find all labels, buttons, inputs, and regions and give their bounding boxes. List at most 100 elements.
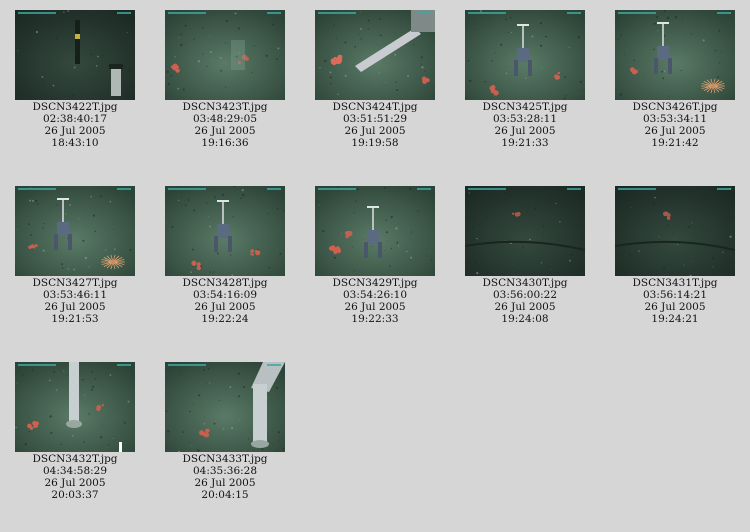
thumbnail-grid: DSCN3422T.jpg 02:38:40:17 26 Jul 2005 18:43… [0,0,750,532]
overlay-text-mark [417,12,431,14]
overlay-text-mark [567,188,581,190]
caption-file: DSCN3428T.jpg [182,277,268,289]
caption-time: 19:19:58 [351,137,399,149]
thumbnail-item[interactable]: DSCN3432T.jpg 04:34:58:29 26 Jul 2005 20:03… [0,362,150,501]
thumbnail-image[interactable] [465,10,585,100]
overlay-text-mark [717,12,731,14]
caption-elapsed: 03:56:00:22 [492,289,558,301]
thumbnail-image[interactable] [465,186,585,276]
thumbnail-caption: DSCN3429T.jpg 03:54:26:10 26 Jul 2005 19:22… [300,277,450,325]
thumbnail-image[interactable] [615,186,735,276]
thumbnail-item[interactable]: DSCN3423T.jpg 03:48:29:05 26 Jul 2005 19:16… [150,10,300,149]
caption-file: DSCN3429T.jpg [332,277,418,289]
thumbnail-image[interactable] [15,362,135,452]
caption-elapsed: 03:53:46:11 [42,289,108,301]
thumbnail-image[interactable] [165,186,285,276]
caption-date: 26 Jul 2005 [194,301,256,313]
overlay-text-mark [417,188,431,190]
caption-date: 26 Jul 2005 [344,301,406,313]
caption-elapsed: 03:51:51:29 [342,113,408,125]
thumbnail-image[interactable] [315,186,435,276]
caption-elapsed: 03:56:14:21 [642,289,708,301]
thumbnail-item[interactable]: DSCN3429T.jpg 03:54:26:10 26 Jul 2005 19:22… [300,186,450,325]
overlay-text-mark [618,188,656,190]
overlay-text-mark [117,364,131,366]
overlay-text-mark [168,12,206,14]
overlay-text-mark [318,188,356,190]
overlay-text-mark [117,188,131,190]
overlay-text-mark [567,12,581,14]
caption-elapsed: 04:35:36:28 [192,465,258,477]
thumbnail-item[interactable]: DSCN3433T.jpg 04:35:36:28 26 Jul 2005 20:04… [150,362,300,501]
thumbnail-image[interactable] [15,10,135,100]
thumbnail-image[interactable] [165,10,285,100]
caption-file: DSCN3433T.jpg [182,453,268,465]
thumbnail-caption: DSCN3422T.jpg 02:38:40:17 26 Jul 2005 18:43… [0,101,150,149]
caption-time: 19:22:33 [351,313,399,325]
caption-date: 26 Jul 2005 [344,125,406,137]
thumbnail-item[interactable]: DSCN3430T.jpg 03:56:00:22 26 Jul 2005 19:24… [450,186,600,325]
overlay-text-mark [267,12,281,14]
caption-time: 19:16:36 [201,137,249,149]
caption-date: 26 Jul 2005 [194,477,256,489]
overlay-text-mark [168,188,206,190]
caption-elapsed: 02:38:40:17 [42,113,108,125]
caption-file: DSCN3422T.jpg [32,101,118,113]
thumbnail-item[interactable]: DSCN3425T.jpg 03:53:28:11 26 Jul 2005 19:21… [450,10,600,149]
thumbnail-item[interactable]: DSCN3424T.jpg 03:51:51:29 26 Jul 2005 19:19… [300,10,450,149]
overlay-text-mark [168,364,206,366]
caption-date: 26 Jul 2005 [44,301,106,313]
thumbnail-caption: DSCN3424T.jpg 03:51:51:29 26 Jul 2005 19:19… [300,101,450,149]
caption-file: DSCN3423T.jpg [182,101,268,113]
caption-date: 26 Jul 2005 [44,477,106,489]
thumbnail-item[interactable]: DSCN3431T.jpg 03:56:14:21 26 Jul 2005 19:24… [600,186,750,325]
thumbnail-item[interactable]: DSCN3422T.jpg 02:38:40:17 26 Jul 2005 18:43… [0,10,150,149]
overlay-text-mark [267,364,281,366]
thumbnail-item[interactable]: DSCN3426T.jpg 03:53:34:11 26 Jul 2005 19:21… [600,10,750,149]
thumbnail-caption: DSCN3423T.jpg 03:48:29:05 26 Jul 2005 19:16… [150,101,300,149]
thumbnail-image[interactable] [15,186,135,276]
caption-date: 26 Jul 2005 [44,125,106,137]
thumbnail-caption: DSCN3427T.jpg 03:53:46:11 26 Jul 2005 19:21… [0,277,150,325]
caption-time: 19:22:24 [201,313,249,325]
overlay-text-mark [468,188,506,190]
caption-time: 19:21:42 [651,137,699,149]
overlay-text-mark [468,12,506,14]
caption-elapsed: 04:34:58:29 [42,465,108,477]
overlay-text-mark [717,188,731,190]
caption-time: 19:21:33 [501,137,549,149]
thumbnail-item[interactable]: DSCN3427T.jpg 03:53:46:11 26 Jul 2005 19:21… [0,186,150,325]
caption-date: 26 Jul 2005 [644,301,706,313]
overlay-text-mark [18,12,56,14]
thumbnail-caption: DSCN3426T.jpg 03:53:34:11 26 Jul 2005 19:21… [600,101,750,149]
caption-time: 18:43:10 [51,137,99,149]
caption-file: DSCN3432T.jpg [32,453,118,465]
caption-elapsed: 03:54:26:10 [342,289,408,301]
caption-file: DSCN3425T.jpg [482,101,568,113]
thumbnail-image[interactable] [615,10,735,100]
caption-time: 19:24:21 [651,313,699,325]
thumbnail-item[interactable]: DSCN3428T.jpg 03:54:16:09 26 Jul 2005 19:22… [150,186,300,325]
caption-date: 26 Jul 2005 [494,301,556,313]
caption-time: 19:24:08 [501,313,549,325]
thumbnail-image[interactable] [165,362,285,452]
thumbnail-image[interactable] [315,10,435,100]
overlay-text-mark [18,364,56,366]
caption-file: DSCN3430T.jpg [482,277,568,289]
caption-time: 20:04:15 [201,489,249,501]
caption-file: DSCN3424T.jpg [332,101,418,113]
caption-date: 26 Jul 2005 [494,125,556,137]
overlay-text-mark [318,12,356,14]
overlay-text-mark [18,188,56,190]
overlay-text-mark [117,12,131,14]
caption-elapsed: 03:54:16:09 [192,289,258,301]
thumbnail-caption: DSCN3433T.jpg 04:35:36:28 26 Jul 2005 20:04… [150,453,300,501]
overlay-text-mark [267,188,281,190]
caption-time: 20:03:37 [51,489,99,501]
caption-date: 26 Jul 2005 [644,125,706,137]
caption-file: DSCN3426T.jpg [632,101,718,113]
thumbnail-caption: DSCN3428T.jpg 03:54:16:09 26 Jul 2005 19:22… [150,277,300,325]
caption-file: DSCN3431T.jpg [632,277,718,289]
thumbnail-caption: DSCN3425T.jpg 03:53:28:11 26 Jul 2005 19:21… [450,101,600,149]
overlay-text-mark [618,12,656,14]
